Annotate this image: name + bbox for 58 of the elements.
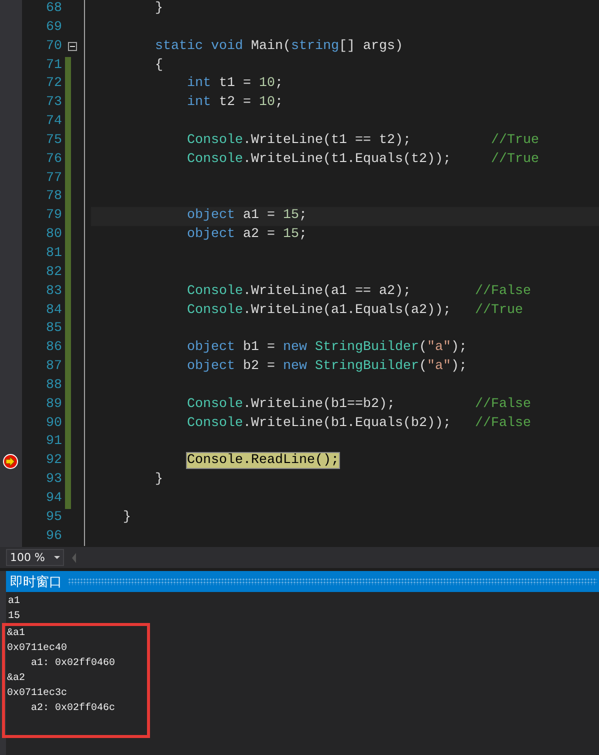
- code-line: Console.WriteLine(t1 == t2); //True: [187, 132, 539, 148]
- code-line: Console.WriteLine(t1.Equals(t2)); //True: [187, 152, 539, 167]
- output-line: a2: 0x02ff046c: [30, 702, 116, 716]
- line-number: 84: [45, 302, 62, 320]
- caret-icon: [54, 556, 60, 559]
- code-line: Console.WriteLine(a1 == a2); //False: [187, 284, 531, 299]
- line-number: 85: [45, 320, 62, 338]
- code-line: }: [123, 510, 131, 525]
- code-line: int t2 = 10;: [187, 95, 283, 110]
- output-line: 0x0711ec40: [7, 642, 68, 656]
- line-number: 82: [45, 264, 62, 282]
- line-number: 88: [45, 376, 62, 395]
- output-line: &a2: [7, 672, 26, 686]
- code-line: Console.WriteLine(a1.Equals(a2)); //True: [187, 302, 523, 318]
- line-number: 91: [45, 433, 62, 452]
- output-line: a1: 0x02ff0460: [30, 656, 116, 671]
- output-line: 0x0711ec3c: [7, 687, 68, 701]
- code-line: object a2 = 15;: [187, 227, 307, 242]
- code-line: Console.WriteLine(b1==b2); //False: [187, 396, 531, 412]
- zoom-dropdown[interactable]: 100 %: [6, 549, 64, 566]
- line-number: 71: [45, 56, 62, 75]
- line-number: 73: [45, 94, 62, 112]
- output-line: a1: [7, 595, 22, 609]
- line-number: 83: [45, 282, 62, 301]
- line-number: 81: [45, 244, 62, 263]
- line-number: 68: [45, 0, 62, 18]
- line-number: 94: [45, 490, 62, 508]
- line-number: 86: [45, 339, 62, 358]
- line-number: 96: [45, 528, 62, 546]
- code-line: object b1 = new StringBuilder("a");: [187, 340, 467, 356]
- line-number: 80: [45, 226, 62, 244]
- output-line: 15: [7, 610, 22, 624]
- line-number: 72: [45, 75, 62, 94]
- line-number: 75: [45, 132, 62, 150]
- line-number: 90: [45, 414, 62, 433]
- code-line: }: [155, 472, 163, 488]
- panel-title: 即时窗口: [10, 574, 62, 590]
- code-line: int t1 = 10;: [187, 76, 283, 92]
- line-number: 77: [45, 170, 62, 188]
- line-number: 74: [45, 113, 62, 132]
- collapse-icon[interactable]: [68, 42, 77, 51]
- line-number: 78: [45, 188, 62, 206]
- output-line: &a1: [7, 627, 26, 641]
- line-number: 87: [45, 358, 62, 376]
- line-number: 76: [45, 150, 62, 169]
- code-line: object a1 = 15;: [187, 208, 307, 224]
- line-number: 92: [45, 452, 62, 470]
- code-line: {: [155, 58, 163, 73]
- line-number: 89: [45, 396, 62, 414]
- code-line: static void Main(string[] args): [155, 38, 403, 54]
- code-line: object b2 = new StringBuilder("a");: [187, 359, 467, 374]
- line-number: 69: [45, 18, 62, 37]
- code-line: Console.WriteLine(b1.Equals(b2)); //False: [187, 416, 531, 431]
- line-number: 95: [45, 508, 62, 527]
- code-line: }: [155, 1, 163, 16]
- line-number: 79: [45, 207, 62, 226]
- line-number: 93: [45, 471, 62, 490]
- line-number: 70: [45, 38, 62, 56]
